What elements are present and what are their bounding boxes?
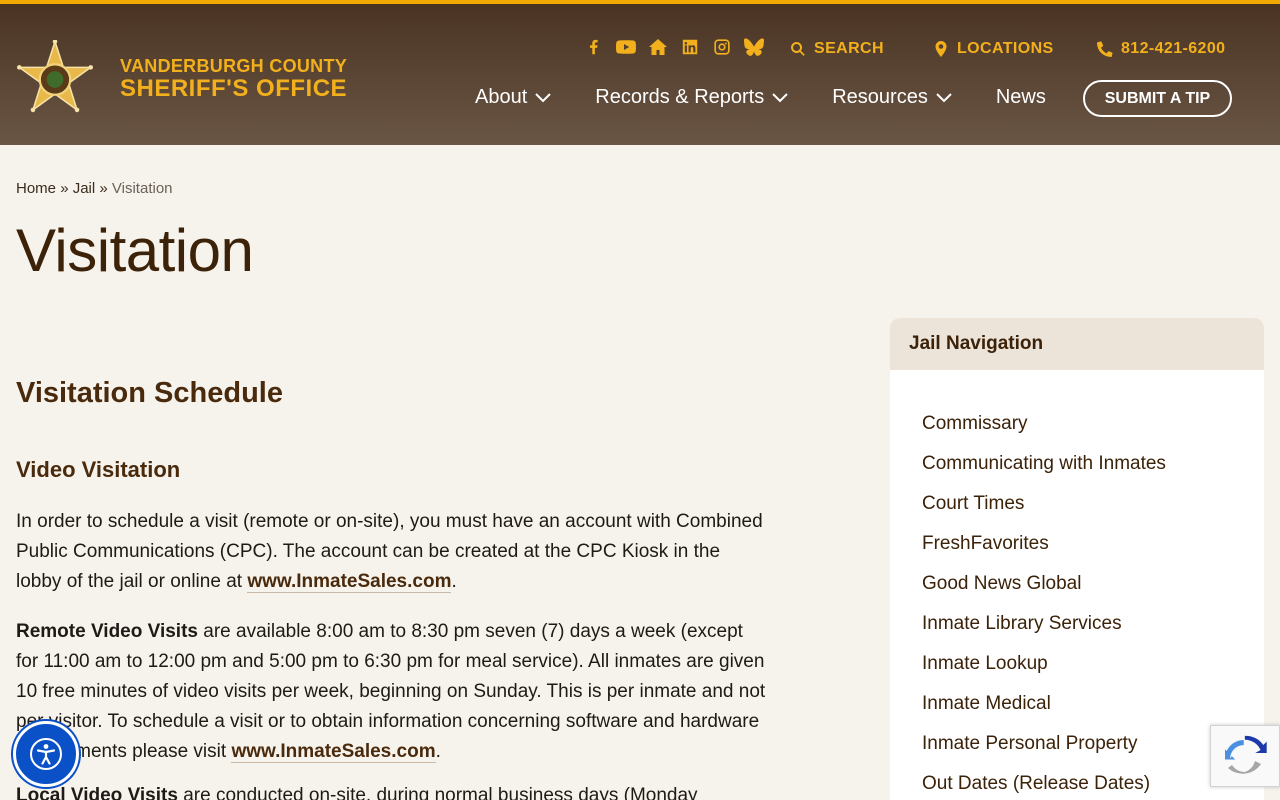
sidebar-item-court-times[interactable]: Court Times — [890, 484, 1264, 524]
sidebar-list: Commissary Communicating with Inmates Co… — [890, 370, 1264, 800]
paragraph-local-visits: Local Video Visits are conducted on-site… — [16, 781, 766, 800]
brand-name[interactable]: VANDERBURGH COUNTY SHERIFF'S OFFICE — [120, 56, 347, 102]
paragraph-account: In order to schedule a visit (remote or … — [16, 507, 766, 597]
recaptcha-badge[interactable] — [1210, 725, 1280, 787]
remote-visits-label: Remote Video Visits — [16, 621, 198, 642]
home-icon[interactable] — [648, 38, 668, 56]
brand-line-county: VANDERBURGH COUNTY — [120, 56, 348, 76]
nav-about-label: About — [475, 86, 528, 108]
subsection-heading: Video Visitation — [16, 457, 181, 482]
nav-about[interactable]: About — [475, 86, 551, 109]
accessibility-button[interactable] — [13, 721, 79, 787]
recaptcha-icon — [1225, 735, 1267, 774]
inmatesales-link[interactable]: www.InmateSales.com — [231, 741, 436, 763]
search-link[interactable]: SEARCH — [790, 40, 884, 58]
sidebar-title: Jail Navigation — [890, 318, 1264, 370]
inmatesales-link[interactable]: www.InmateSales.com — [247, 571, 452, 593]
jail-navigation-sidebar: Jail Navigation Commissary Communicating… — [890, 318, 1264, 800]
linkedin-icon[interactable] — [680, 38, 700, 56]
sidebar-item-personal-property[interactable]: Inmate Personal Property — [890, 724, 1264, 764]
locations-link[interactable]: LOCATIONS — [933, 40, 1054, 58]
breadcrumb-separator: » — [99, 180, 108, 197]
sheriff-star-logo-icon[interactable] — [16, 40, 94, 116]
chevron-down-icon — [535, 92, 551, 102]
youtube-icon[interactable] — [616, 38, 636, 56]
nav-resources[interactable]: Resources — [832, 86, 952, 109]
accessibility-icon — [30, 738, 62, 770]
social-links — [584, 38, 764, 56]
facebook-icon[interactable] — [584, 38, 604, 56]
map-pin-icon — [935, 41, 947, 57]
paragraph-text: are conducted on-site, during normal bus… — [177, 785, 698, 800]
phone-link[interactable]: 812-421-6200 — [1097, 40, 1225, 58]
chevron-down-icon — [936, 92, 952, 102]
chevron-down-icon — [772, 92, 788, 102]
local-visits-label: Local Video Visits — [16, 785, 178, 800]
bluesky-icon[interactable] — [744, 38, 764, 56]
breadcrumb: Home » Jail » Visitation — [16, 180, 173, 197]
sidebar-item-inmate-medical[interactable]: Inmate Medical — [890, 684, 1264, 724]
sidebar-item-commissary[interactable]: Commissary — [890, 404, 1264, 444]
sidebar-item-out-dates[interactable]: Out Dates (Release Dates) — [890, 764, 1264, 800]
search-label: SEARCH — [814, 40, 884, 57]
search-icon — [791, 42, 805, 56]
nav-records-label: Records & Reports — [595, 86, 765, 108]
paragraph-period: . — [451, 571, 457, 592]
brand-line-office: SHERIFF'S OFFICE — [120, 75, 348, 102]
phone-icon — [1097, 41, 1113, 57]
sidebar-item-library-services[interactable]: Inmate Library Services — [890, 604, 1264, 644]
nav-resources-label: Resources — [832, 86, 928, 108]
locations-label: LOCATIONS — [957, 40, 1054, 57]
sidebar-item-communicating[interactable]: Communicating with Inmates — [890, 444, 1264, 484]
paragraph-remote-visits: Remote Video Visits are available 8:00 a… — [16, 617, 766, 767]
nav-news[interactable]: News — [996, 86, 1046, 109]
sidebar-item-freshfavorites[interactable]: FreshFavorites — [890, 524, 1264, 564]
breadcrumb-jail[interactable]: Jail — [73, 180, 96, 197]
sidebar-item-good-news-global[interactable]: Good News Global — [890, 564, 1264, 604]
breadcrumb-current: Visitation — [111, 180, 173, 197]
section-heading: Visitation Schedule — [16, 377, 283, 409]
nav-records-reports[interactable]: Records & Reports — [595, 86, 788, 109]
sidebar-item-inmate-lookup[interactable]: Inmate Lookup — [890, 644, 1264, 684]
breadcrumb-separator: » — [60, 180, 69, 197]
instagram-icon[interactable] — [712, 38, 732, 56]
main-navigation: About Records & Reports Resources News — [475, 86, 1090, 109]
breadcrumb-home[interactable]: Home — [16, 180, 56, 197]
submit-tip-button[interactable]: SUBMIT A TIP — [1083, 80, 1232, 117]
paragraph-period: . — [435, 741, 441, 762]
site-header: VANDERBURGH COUNTY SHERIFF'S OFFICE SEAR… — [0, 4, 1280, 145]
page-title: Visitation — [16, 217, 254, 284]
nav-news-label: News — [995, 86, 1046, 108]
phone-number: 812-421-6200 — [1121, 40, 1226, 57]
